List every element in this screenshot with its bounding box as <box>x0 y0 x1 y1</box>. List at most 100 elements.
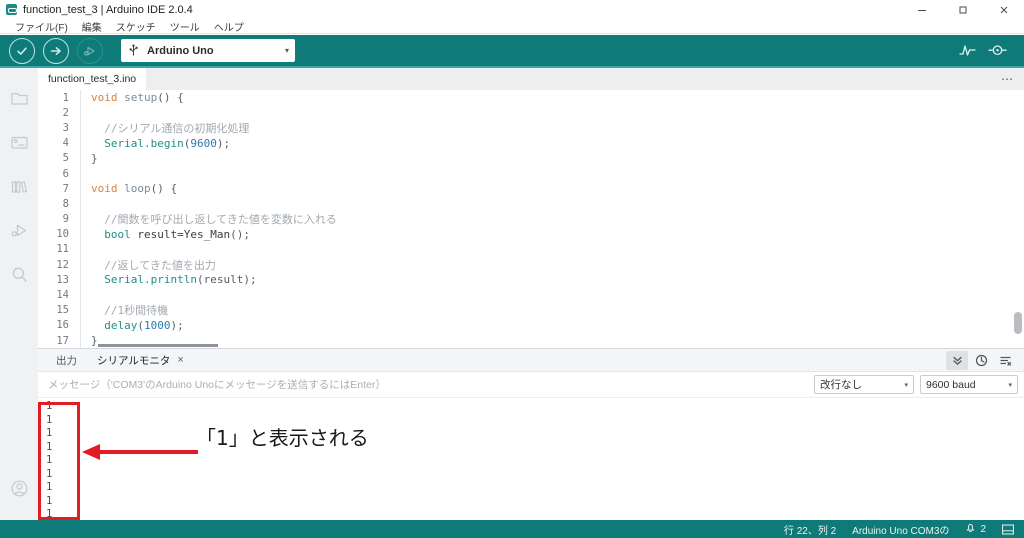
tab-output-label: 出力 <box>56 354 77 367</box>
line-number: 12 <box>56 258 69 271</box>
sketchbook-icon[interactable] <box>0 76 38 120</box>
indent-guide <box>80 105 81 121</box>
code-line: 4 Serial.begin(9600); <box>38 135 1024 151</box>
serial-plotter-icon[interactable] <box>952 38 982 64</box>
code-line: 10 bool result=Yes_Man(); <box>38 226 1024 242</box>
board-selector[interactable]: Arduino Uno ▾ <box>121 39 295 62</box>
panel-tools <box>944 350 1024 370</box>
code-text: } <box>91 151 98 165</box>
code-text: Serial.println(result); <box>104 273 257 287</box>
code-text: void setup() { <box>91 91 184 105</box>
editor-tab-function-test-3[interactable]: function_test_3.ino <box>38 68 147 90</box>
annotation-arrow-icon <box>80 440 200 469</box>
console-line: 1 <box>46 413 53 426</box>
baud-rate-value: 9600 baud <box>926 378 976 391</box>
cursor-position: 行 22、列 2 <box>783 525 837 537</box>
account-icon[interactable] <box>0 466 38 510</box>
title-bar: function_test_3 | Arduino IDE 2.0.4 <box>0 0 1024 19</box>
upload-button[interactable] <box>43 37 69 64</box>
panel-tab-strip: 出力 シリアルモニタ × <box>38 349 1024 372</box>
toolbar-right-group <box>952 38 1024 64</box>
autoscroll-icon[interactable] <box>946 350 968 370</box>
window-controls <box>901 0 1024 19</box>
close-icon[interactable]: × <box>177 354 183 366</box>
code-text: //返してきた値を出力 <box>91 258 216 272</box>
console-line: 1 <box>46 427 53 439</box>
status-bar-right: 行 22、列 2 Arduino Uno COM3の 2 <box>768 522 1024 537</box>
line-number: 15 <box>56 304 69 317</box>
line-ending-select[interactable]: 改行なし ▾ <box>814 375 914 394</box>
console-line: 1 <box>46 467 53 480</box>
close-icon[interactable] <box>983 0 1024 19</box>
clear-output-icon[interactable] <box>994 351 1016 370</box>
menu-file[interactable]: ファイル(F) <box>8 19 75 34</box>
line-number: 2 <box>62 106 69 119</box>
code-editor[interactable]: 1 void setup() {2 3 //シリアル通信の初期化処理 4 Serial… <box>38 90 1024 348</box>
chevron-down-icon: ▾ <box>904 381 908 389</box>
line-number: 14 <box>56 289 69 302</box>
timestamp-icon[interactable] <box>970 351 992 370</box>
menu-tools[interactable]: ツール <box>163 19 207 34</box>
menu-bar: ファイル(F) 編集 スケッチ ツール ヘルプ <box>0 19 1024 34</box>
usb-icon <box>127 44 140 57</box>
editor-overflow-icon[interactable]: ⋯ <box>1001 73 1014 85</box>
library-manager-icon[interactable] <box>0 164 38 208</box>
panel-layout-icon[interactable] <box>1002 524 1014 535</box>
indent-guide <box>80 196 81 212</box>
line-number: 8 <box>62 197 69 210</box>
menu-edit[interactable]: 編集 <box>75 19 109 34</box>
code-text: } <box>91 334 98 348</box>
activity-bar <box>0 68 38 520</box>
code-text: //関数を呼び出し返してきた値を変数に入れる <box>91 213 337 227</box>
code-text: bool result=Yes_Man(); <box>104 227 250 241</box>
editor-vertical-scrollbar[interactable] <box>1014 312 1022 334</box>
code-line: 8 <box>38 196 1024 212</box>
message-input[interactable]: メッセージ（'COM3'のArduino Unoにメッセージを送信するにはEnt… <box>44 377 814 392</box>
chevron-down-icon: ▾ <box>284 46 289 55</box>
line-number: 1 <box>62 91 69 104</box>
board-name-label: Arduino Uno <box>147 44 214 57</box>
line-number: 9 <box>62 213 69 226</box>
code-line: 6 <box>38 165 1024 182</box>
code-line: 14 <box>38 287 1024 303</box>
tab-output[interactable]: 出力 <box>46 349 87 372</box>
code-text: //1秒間待機 <box>91 304 169 318</box>
chevron-down-icon: ▾ <box>1008 381 1012 389</box>
code-line: 3 //シリアル通信の初期化処理 <box>38 120 1024 136</box>
debug-icon[interactable] <box>0 208 38 252</box>
code-line: 1 void setup() { <box>38 90 1024 106</box>
search-icon[interactable] <box>0 252 38 296</box>
verify-button[interactable] <box>9 37 35 64</box>
menu-sketch[interactable]: スケッチ <box>109 19 163 34</box>
indent-guide <box>80 287 81 303</box>
bell-icon <box>965 522 976 536</box>
code-line: 11 <box>38 241 1024 258</box>
baud-rate-select[interactable]: 9600 baud ▾ <box>920 375 1018 394</box>
code-line: 15 //1秒間待機 <box>38 302 1024 318</box>
code-line: 5} <box>38 150 1024 166</box>
notification-count: 2 <box>980 523 986 535</box>
line-number: 5 <box>62 152 69 165</box>
editor-horizontal-scrollbar[interactable] <box>98 344 218 347</box>
code-line: 12 //返してきた値を出力 <box>38 257 1024 273</box>
status-bar: 行 22、列 2 Arduino Uno COM3の 2 <box>0 520 1024 538</box>
annotation-text: 「1」と表示される <box>196 426 369 450</box>
minimize-icon[interactable] <box>901 0 942 19</box>
menu-help[interactable]: ヘルプ <box>207 19 251 34</box>
serial-monitor-icon[interactable] <box>982 38 1012 64</box>
code-text: void loop() { <box>91 182 178 196</box>
code-line: 7 void loop() { <box>38 181 1024 197</box>
notifications-indicator[interactable]: 2 <box>965 522 986 536</box>
line-number: 3 <box>62 121 69 134</box>
code-line: 13 Serial.println(result); <box>38 272 1024 288</box>
line-number: 16 <box>56 319 69 332</box>
tab-serial-monitor[interactable]: シリアルモニタ × <box>87 349 194 372</box>
board-port-status[interactable]: Arduino Uno COM3の <box>852 522 949 537</box>
boards-manager-icon[interactable] <box>0 120 38 164</box>
debug-button[interactable] <box>77 37 103 64</box>
code-lines: 1 void setup() {2 3 //シリアル通信の初期化処理 4 Serial… <box>38 90 1024 348</box>
console-line: 1 <box>46 494 53 507</box>
code-text: //シリアル通信の初期化処理 <box>91 121 250 135</box>
maximize-icon[interactable] <box>942 0 983 19</box>
console-line: 1 <box>46 508 53 518</box>
